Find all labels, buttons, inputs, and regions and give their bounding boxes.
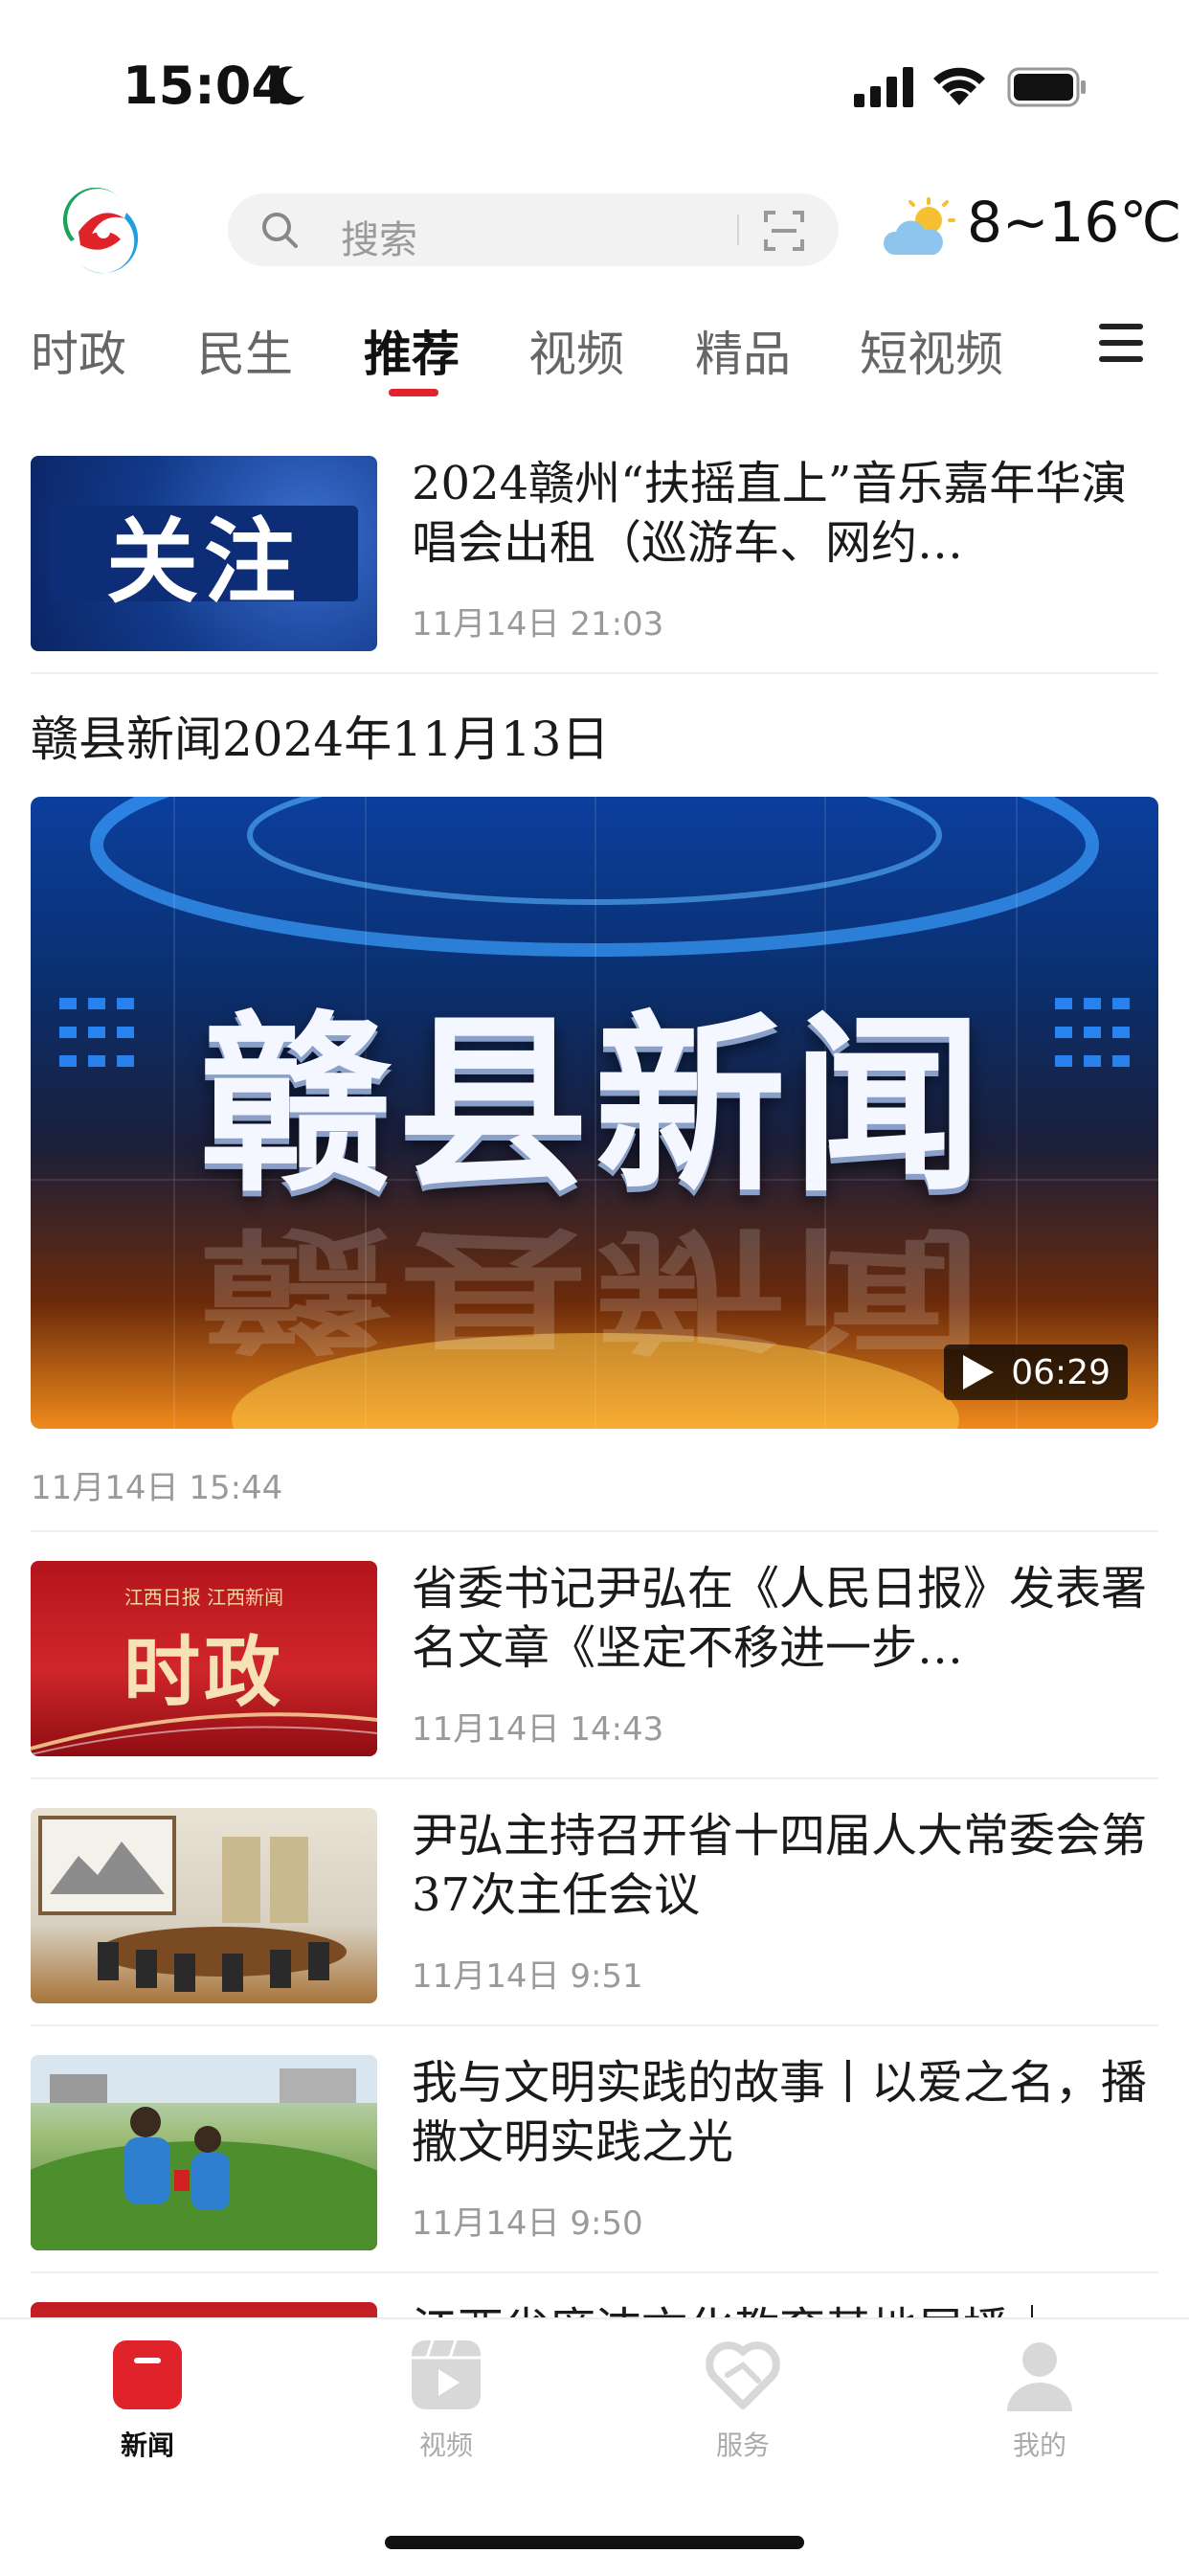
handshake-heart-icon: [706, 2341, 780, 2409]
divider: [31, 672, 1158, 674]
news-title: 省委书记尹弘在《人民日报》发表署名文章《坚定不移进一步…: [412, 1562, 1148, 1675]
active-tab-indicator: [389, 389, 438, 396]
video-player[interactable]: 赣县新闻 赣县新闻 06:29: [31, 797, 1158, 1429]
tab-video[interactable]: 视频: [528, 316, 624, 385]
wifi-icon: [933, 67, 985, 105]
news-thumbnail: 江西日报 江西新闻 时政: [31, 1561, 377, 1756]
news-meta: 11月14日 14:43: [412, 1710, 664, 1749]
nav-video[interactable]: 视频: [370, 2337, 523, 2463]
divider: [31, 1777, 1158, 1779]
news-item[interactable]: 江西省廉洁文化教育基地展播｜: [31, 2302, 1158, 2317]
nav-news[interactable]: 新闻: [71, 2337, 224, 2463]
tab-featured[interactable]: 精品: [695, 316, 791, 385]
news-thumbnail: [31, 2302, 377, 2317]
tab-politics[interactable]: 时政: [31, 316, 126, 385]
news-item[interactable]: 关注 2024赣州“扶摇直上”音乐嘉年华演唱会出租（巡游车、网约… 11月14日…: [31, 456, 1158, 651]
nav-label: 新闻: [120, 2429, 174, 2461]
nav-profile[interactable]: 我的: [963, 2337, 1116, 2463]
news-thumbnail: 关注: [31, 456, 377, 651]
status-time: 15:04: [123, 56, 287, 116]
tea-garden-image: [31, 2055, 377, 2250]
news-title: 江西省廉洁文化教育基地展播｜: [412, 2300, 1158, 2317]
video-frame-text: 赣县新闻: [199, 995, 989, 1218]
news-item[interactable]: 我与文明实践的故事丨以爱之名，播撒文明实践之光 11月14日 9:50: [31, 2055, 1158, 2250]
video-icon: [412, 2339, 481, 2409]
user-icon: [1007, 2342, 1072, 2411]
news-title: 2024赣州“扶摇直上”音乐嘉年华演唱会出租（巡游车、网约…: [412, 457, 1128, 570]
divider: [31, 1530, 1158, 1532]
cellular-signal-icon: [854, 67, 913, 107]
nav-label: 服务: [715, 2429, 770, 2461]
news-title: 尹弘主持召开省十四届人大常委会第37次主任会议: [412, 1809, 1148, 1922]
meeting-room-image: [38, 1816, 347, 1992]
status-bar: 15:04: [0, 0, 1189, 172]
news-icon: [113, 2340, 182, 2409]
video-meta: 11月14日 15:44: [31, 1469, 283, 1507]
tab-livelihood[interactable]: 民生: [197, 316, 293, 385]
battery-icon: [1007, 67, 1086, 107]
news-item[interactable]: 尹弘主持召开省十四届人大常委会第37次主任会议 11月14日 9:51: [31, 1808, 1158, 2003]
search-bar[interactable]: 搜索: [228, 193, 839, 266]
tab-short-video[interactable]: 短视频: [860, 316, 1003, 385]
news-meta: 11月14日 9:51: [412, 1957, 643, 1996]
scan-icon[interactable]: [762, 209, 806, 253]
divider: [31, 2024, 1158, 2026]
menu-icon[interactable]: [1099, 324, 1143, 366]
video-duration-badge: 06:29: [944, 1344, 1128, 1400]
news-item[interactable]: 江西日报 江西新闻 时政 省委书记尹弘在《人民日报》发表署名文章《坚定不移进一步…: [31, 1561, 1158, 1756]
search-icon: [262, 213, 298, 248]
app-header: 搜索 8~16℃: [0, 172, 1189, 287]
app-logo[interactable]: [54, 184, 146, 276]
nav-label: 视频: [418, 2429, 473, 2461]
divider: [31, 2271, 1158, 2273]
category-tabs: 时政 民生 推荐 视频 精品 短视频: [0, 306, 1189, 412]
video-title[interactable]: 赣县新闻2024年11月13日: [31, 701, 610, 770]
moon-icon: [269, 66, 304, 105]
news-meta: 11月14日 9:50: [412, 2204, 643, 2243]
thumbnail-swoosh: [31, 1712, 377, 1755]
nav-label: 我的: [1012, 2429, 1066, 2461]
video-duration: 06:29: [1011, 1352, 1110, 1392]
news-thumbnail: [31, 1808, 377, 2003]
home-indicator[interactable]: [385, 2536, 804, 2549]
search-placeholder: 搜索: [341, 218, 417, 262]
play-icon: [963, 1355, 995, 1390]
temperature: 8~16℃: [967, 190, 1182, 255]
search-divider: [737, 215, 739, 245]
news-title: 我与文明实践的故事丨以爱之名，播撒文明实践之光: [412, 2056, 1148, 2169]
news-meta: 11月14日 21:03: [412, 605, 664, 644]
partly-cloudy-icon: [883, 197, 955, 255]
nav-services[interactable]: 服务: [666, 2337, 819, 2463]
news-feed[interactable]: 关注 2024赣州“扶摇直上”音乐嘉年华演唱会出租（巡游车、网约… 11月14日…: [0, 412, 1189, 2317]
tab-recommended[interactable]: 推荐: [364, 316, 460, 385]
thumbnail-small-text: 江西日报 江西新闻: [123, 1586, 284, 1609]
thumbnail-text: 关注: [106, 508, 302, 616]
news-thumbnail: [31, 2055, 377, 2250]
